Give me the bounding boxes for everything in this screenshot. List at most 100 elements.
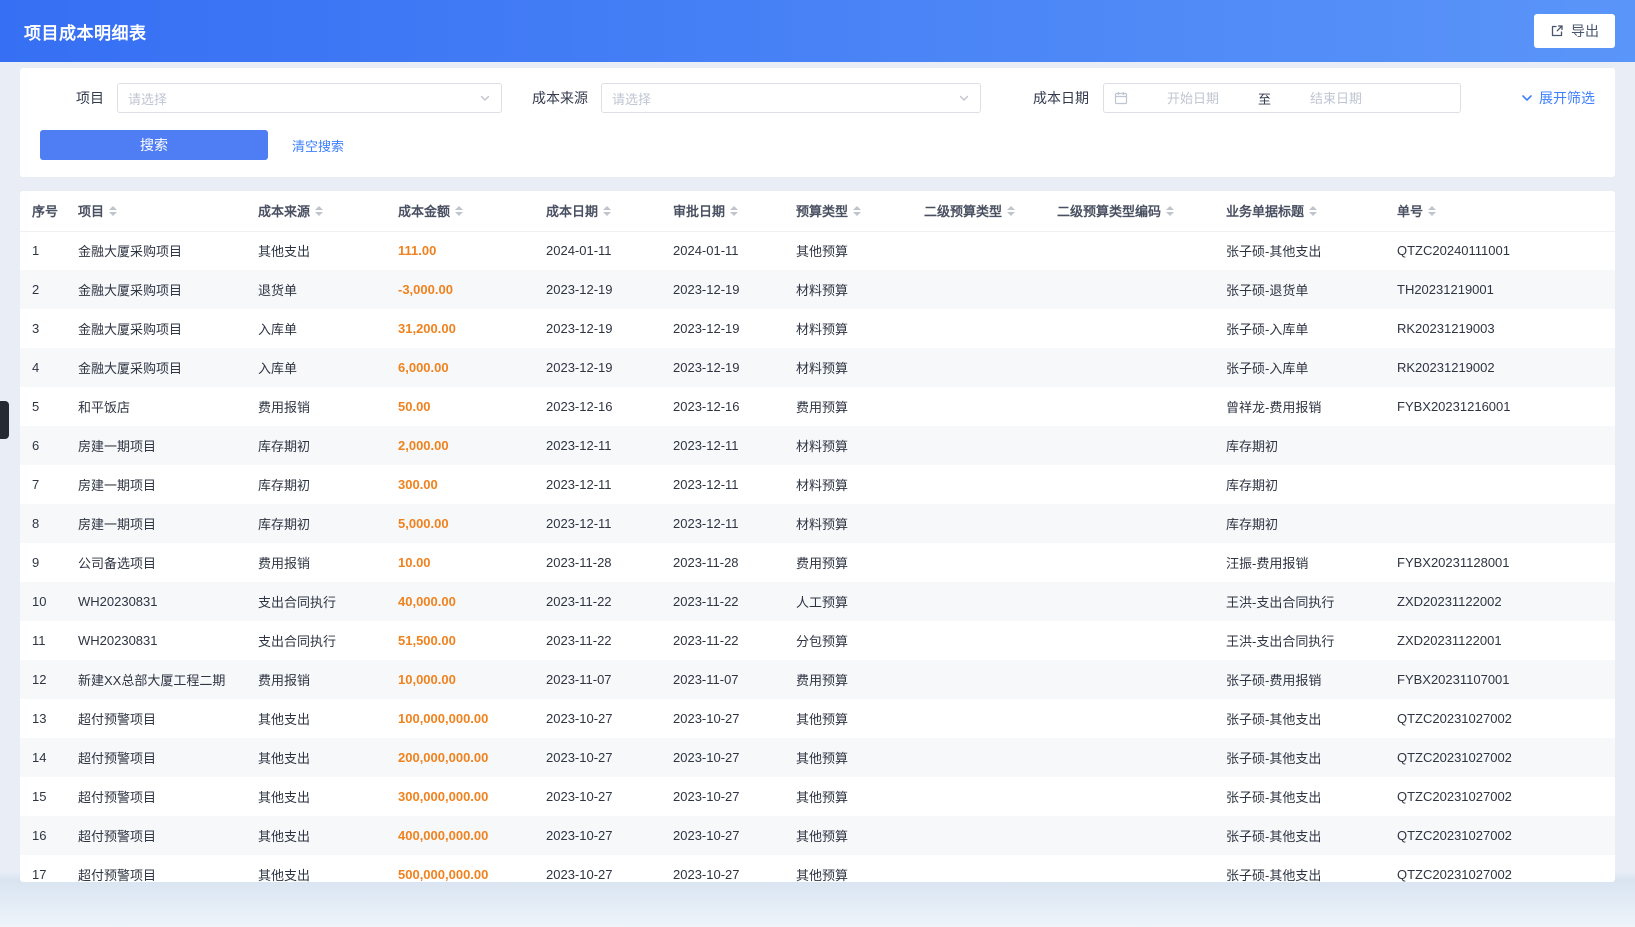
table-cell: 房建一期项目 [66, 465, 246, 504]
table-row[interactable]: 8房建一期项目库存期初5,000.002023-12-112023-12-11材… [20, 504, 1615, 543]
sort-icon[interactable] [1007, 206, 1015, 216]
search-button[interactable]: 搜索 [40, 130, 268, 160]
table-cell [1045, 504, 1214, 543]
column-header[interactable]: 成本日期 [534, 191, 661, 231]
sort-icon[interactable] [109, 206, 117, 216]
table-cell: ZXD20231122002 [1385, 582, 1615, 621]
table-cell: 2023-10-27 [661, 855, 784, 882]
table-cell: 2023-12-19 [661, 309, 784, 348]
table-cell: 其他支出 [246, 855, 386, 882]
table-cell: 其他支出 [246, 738, 386, 777]
column-header[interactable]: 预算类型 [784, 191, 912, 231]
table-cell: 超付预警项目 [66, 855, 246, 882]
table-row[interactable]: 4金融大厦采购项目入库单6,000.002023-12-192023-12-19… [20, 348, 1615, 387]
table-cell: 2023-11-28 [661, 543, 784, 582]
column-header[interactable]: 业务单据标题 [1214, 191, 1385, 231]
column-label: 成本日期 [546, 201, 598, 220]
column-header[interactable]: 成本金额 [386, 191, 534, 231]
table-cell: 51,500.00 [386, 621, 534, 660]
table-cell [912, 348, 1045, 387]
table-cell: 10 [20, 582, 66, 621]
table-row[interactable]: 5和平饭店费用报销50.002023-12-162023-12-16费用预算曾祥… [20, 387, 1615, 426]
table-row[interactable]: 9公司备选项目费用报销10.002023-11-282023-11-28费用预算… [20, 543, 1615, 582]
sort-icon[interactable] [730, 206, 738, 216]
table-cell: 金融大厦采购项目 [66, 348, 246, 387]
column-header[interactable]: 项目 [66, 191, 246, 231]
date-range-separator: 至 [1258, 89, 1271, 108]
column-header[interactable]: 二级预算类型编码 [1045, 191, 1214, 231]
column-header[interactable]: 二级预算类型 [912, 191, 1045, 231]
table-cell: 2023-12-11 [661, 504, 784, 543]
column-label: 二级预算类型 [924, 201, 1002, 220]
end-date-input[interactable] [1277, 91, 1395, 106]
table-cell: 超付预警项目 [66, 777, 246, 816]
table-cell: 2023-11-22 [534, 582, 661, 621]
table-row[interactable]: 3金融大厦采购项目入库单31,200.002023-12-192023-12-1… [20, 309, 1615, 348]
table-row[interactable]: 6房建一期项目库存期初2,000.002023-12-112023-12-11材… [20, 426, 1615, 465]
sort-icon[interactable] [1428, 206, 1436, 216]
sort-icon[interactable] [853, 206, 861, 216]
column-header[interactable]: 成本来源 [246, 191, 386, 231]
table-cell: 17 [20, 855, 66, 882]
sort-icon[interactable] [315, 206, 323, 216]
table-row[interactable]: 2金融大厦采购项目退货单-3,000.002023-12-192023-12-1… [20, 270, 1615, 309]
table-cell: 材料预算 [784, 426, 912, 465]
table-row[interactable]: 12新建XX总部大厦工程二期费用报销10,000.002023-11-07202… [20, 660, 1615, 699]
table-row[interactable]: 13超付预警项目其他支出100,000,000.002023-10-272023… [20, 699, 1615, 738]
table-cell: 2023-10-27 [534, 738, 661, 777]
table-cell [1045, 816, 1214, 855]
table-cell: 2023-11-07 [661, 660, 784, 699]
table-row[interactable]: 7房建一期项目库存期初300.002023-12-112023-12-11材料预… [20, 465, 1615, 504]
table-cell: 2023-10-27 [534, 777, 661, 816]
table-cell: RK20231219003 [1385, 309, 1615, 348]
column-header[interactable]: 单号 [1385, 191, 1615, 231]
project-select[interactable]: 请选择 [117, 83, 502, 113]
expand-filters-link[interactable]: 展开筛选 [1520, 88, 1595, 108]
sort-icon[interactable] [603, 206, 611, 216]
column-label: 预算类型 [796, 201, 848, 220]
start-date-input[interactable] [1134, 91, 1252, 106]
table-row[interactable]: 14超付预警项目其他支出200,000,000.002023-10-272023… [20, 738, 1615, 777]
table-row[interactable]: 10WH20230831支出合同执行40,000.002023-11-22202… [20, 582, 1615, 621]
table-row[interactable]: 15超付预警项目其他支出300,000,000.002023-10-272023… [20, 777, 1615, 816]
table-cell: 300,000,000.00 [386, 777, 534, 816]
table-cell [912, 270, 1045, 309]
table-row[interactable]: 11WH20230831支出合同执行51,500.002023-11-22202… [20, 621, 1615, 660]
table-cell: FYBX20231216001 [1385, 387, 1615, 426]
column-header[interactable]: 审批日期 [661, 191, 784, 231]
table-cell: 张子硕-其他支出 [1214, 699, 1385, 738]
table-cell: 张子硕-入库单 [1214, 309, 1385, 348]
table-row[interactable]: 1金融大厦采购项目其他支出111.002024-01-112024-01-11其… [20, 231, 1615, 270]
calendar-icon [1114, 91, 1128, 105]
sort-icon[interactable] [455, 206, 463, 216]
side-drawer-handle[interactable] [0, 401, 9, 439]
table-cell: 张子硕-退货单 [1214, 270, 1385, 309]
clear-search-link[interactable]: 清空搜索 [292, 136, 344, 155]
table-cell: 16 [20, 816, 66, 855]
cost-source-placeholder: 请选择 [612, 89, 651, 108]
cost-date-range-picker[interactable]: 至 [1103, 83, 1461, 113]
sort-icon[interactable] [1309, 206, 1317, 216]
table-cell [1385, 465, 1615, 504]
table-body: 1金融大厦采购项目其他支出111.002024-01-112024-01-11其… [20, 231, 1615, 882]
table-row[interactable]: 16超付预警项目其他支出400,000,000.002023-10-272023… [20, 816, 1615, 855]
export-icon [1550, 24, 1564, 38]
export-button[interactable]: 导出 [1534, 14, 1615, 48]
table-cell: 40,000.00 [386, 582, 534, 621]
table-cell: 王洪-支出合同执行 [1214, 621, 1385, 660]
table-cell: 库存期初 [246, 426, 386, 465]
table-cell: 2023-12-11 [534, 426, 661, 465]
table-cell: 2023-12-11 [661, 465, 784, 504]
table-cell: QTZC20231027002 [1385, 699, 1615, 738]
table-cell [1045, 582, 1214, 621]
table-cell [1385, 504, 1615, 543]
table-row[interactable]: 17超付预警项目其他支出500,000,000.002023-10-272023… [20, 855, 1615, 882]
sort-icon[interactable] [1166, 206, 1174, 216]
date-filter-label: 成本日期 [1033, 88, 1103, 108]
table-cell: 支出合同执行 [246, 582, 386, 621]
table-cell: 2,000.00 [386, 426, 534, 465]
table-cell: QTZC20231027002 [1385, 777, 1615, 816]
page-title: 项目成本明细表 [24, 19, 147, 44]
table-cell: 张子硕-入库单 [1214, 348, 1385, 387]
cost-source-select[interactable]: 请选择 [601, 83, 981, 113]
